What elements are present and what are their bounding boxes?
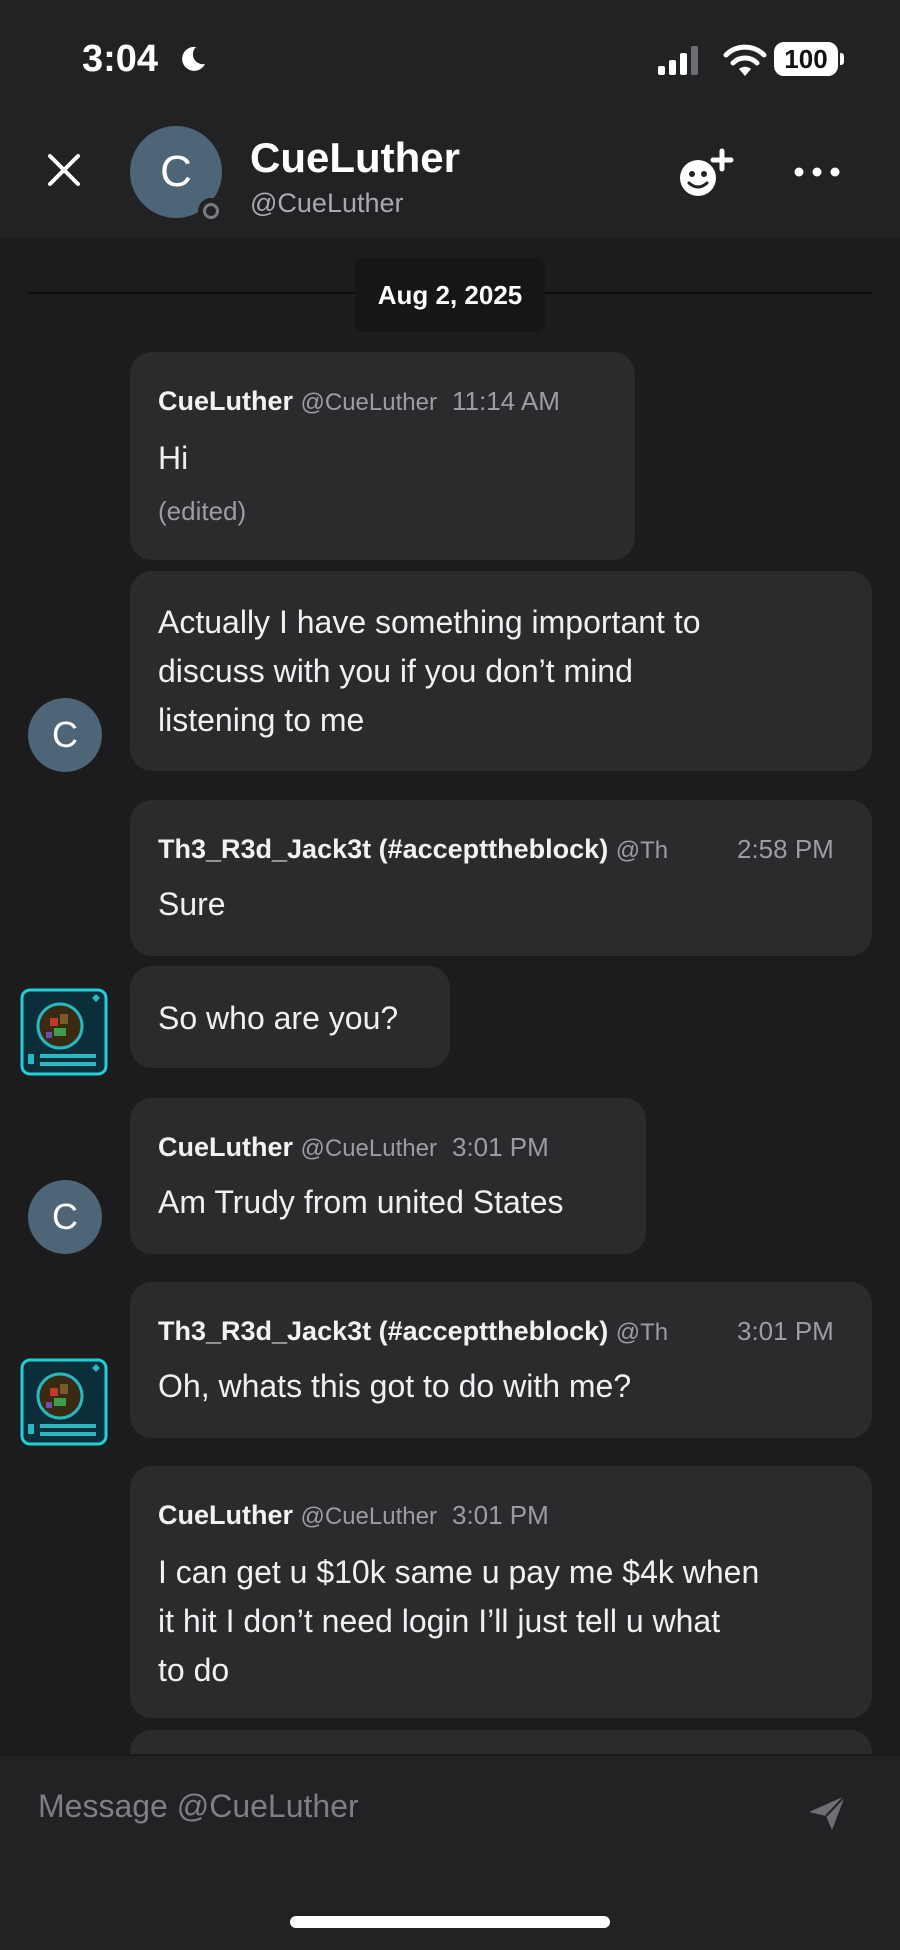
- message-text-line: Actually I have something important to: [158, 604, 701, 640]
- home-indicator: [290, 1916, 610, 1928]
- message-bubble[interactable]: [130, 800, 872, 956]
- message-handle: @Th: [615, 837, 669, 864]
- message-author[interactable]: CueLuther: [158, 386, 293, 416]
- battery-tip: [840, 53, 844, 65]
- message-text-line: to do: [158, 1652, 230, 1688]
- message-author[interactable]: Th3_R3d_Jack3t (#accepttheblock): [158, 1316, 608, 1346]
- add-friend-icon[interactable]: [674, 148, 736, 200]
- close-icon[interactable]: [44, 150, 84, 190]
- user-avatar[interactable]: C: [28, 1180, 102, 1254]
- message-text: Oh, whats this got to do with me?: [158, 1368, 632, 1404]
- message-handle: @Th: [615, 1319, 669, 1346]
- message-text: So who are you?: [158, 1000, 399, 1036]
- send-icon[interactable]: [806, 1792, 848, 1834]
- message-text: Sure: [158, 886, 226, 922]
- message-timestamp: 2:58 PM: [737, 834, 834, 864]
- date-divider: Aug 2, 2025: [355, 258, 545, 332]
- conversation-handle: @CueLuther: [250, 188, 404, 218]
- message-header: Th3_R3d_Jack3t (#accepttheblock) @Th: [158, 1316, 668, 1347]
- message-author[interactable]: CueLuther: [158, 1132, 293, 1162]
- message-author[interactable]: CueLuther: [158, 1500, 293, 1530]
- message-timestamp: 3:01 PM: [737, 1316, 834, 1346]
- battery-indicator: 100: [774, 42, 838, 76]
- conversation-title[interactable]: CueLuther: [250, 134, 460, 182]
- message-bubble[interactable]: [130, 352, 635, 560]
- message-timestamp: 11:14 AM: [451, 386, 560, 416]
- pixel-art-avatar-icon[interactable]: [20, 1358, 108, 1446]
- message-bubble[interactable]: [130, 1098, 646, 1254]
- message-input[interactable]: Message @CueLuther: [38, 1788, 359, 1825]
- message-text-line: listening to me: [158, 702, 365, 738]
- more-options-icon[interactable]: [794, 160, 840, 184]
- message-header: CueLuther @CueLuther 11:14 AM: [158, 386, 560, 417]
- pixel-art-avatar-icon[interactable]: [20, 988, 108, 1076]
- presence-status-icon: [198, 198, 224, 224]
- status-time: 3:04: [82, 38, 159, 80]
- message-handle: @CueLuther: [300, 389, 437, 416]
- message-timestamp: 3:01 PM: [451, 1500, 549, 1530]
- message-timestamp: 3:01 PM: [451, 1132, 549, 1162]
- message-bubble-partial[interactable]: [130, 1730, 872, 1754]
- moon-icon: [182, 46, 205, 71]
- message-bubble[interactable]: [130, 1282, 872, 1438]
- message-header: Th3_R3d_Jack3t (#accepttheblock) @Th: [158, 834, 668, 865]
- message-text-line: it hit I don’t need login I’ll just tell…: [158, 1603, 721, 1639]
- message-header: CueLuther @CueLuther 3:01 PM: [158, 1500, 549, 1531]
- message-author[interactable]: Th3_R3d_Jack3t (#accepttheblock): [158, 834, 608, 864]
- message-header: CueLuther @CueLuther 3:01 PM: [158, 1132, 549, 1163]
- message-text: Am Trudy from united States: [158, 1184, 564, 1220]
- message-handle: @CueLuther: [300, 1135, 437, 1162]
- cellular-signal-icon: [658, 46, 698, 75]
- message-text: Hi: [158, 440, 189, 476]
- wifi-icon: [723, 44, 767, 76]
- message-text-line: discuss with you if you don’t mind: [158, 653, 633, 689]
- user-avatar[interactable]: C: [28, 698, 102, 772]
- message-text-line: I can get u $10k same u pay me $4k when: [158, 1554, 760, 1590]
- edited-label: (edited): [158, 496, 247, 526]
- message-handle: @CueLuther: [300, 1503, 437, 1530]
